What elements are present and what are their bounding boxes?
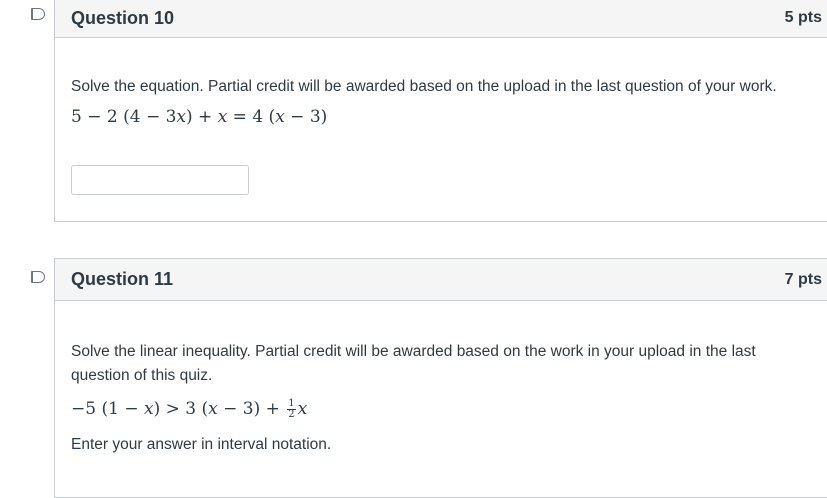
- fraction: 12: [287, 399, 296, 420]
- inequality-part: ) > 3 (: [153, 399, 209, 419]
- equation-part: ) +: [186, 107, 218, 127]
- question-10-card: Question 10 5 pts Solve the equation. Pa…: [54, 0, 827, 222]
- question-title: Question 10: [71, 7, 175, 28]
- question-11-header: Question 11 7 pts: [55, 259, 827, 301]
- inequality-var: x: [208, 399, 218, 419]
- inequality-var: x: [143, 399, 154, 419]
- question-prompt: Solve the equation. Partial credit will …: [71, 78, 777, 95]
- equation: 5 − 2 (4 − 3x) + x = 4 (x − 3): [71, 107, 327, 127]
- question-prompt-line-2: question of this quiz.: [71, 367, 213, 384]
- equation-var: x: [176, 107, 186, 127]
- answer-input[interactable]: [71, 165, 249, 195]
- question-points: 5 pts: [784, 9, 822, 26]
- equation-var: x: [217, 107, 228, 127]
- question-prompt-line-1: Solve the linear inequality. Partial cre…: [71, 343, 756, 360]
- question-title: Question 11: [71, 269, 174, 289]
- flag-question-10-icon[interactable]: [31, 8, 45, 20]
- question-points: 7 pts: [784, 270, 822, 288]
- equation-var: x: [275, 107, 285, 127]
- inequality-part: −5 (1 −: [71, 399, 144, 419]
- inequality-var: x: [297, 399, 308, 419]
- question-11-card: Question 11 7 pts Solve the linear inequ…: [54, 258, 827, 498]
- fraction-denominator: 2: [288, 409, 295, 420]
- equation-part: − 3): [284, 107, 328, 127]
- equation-part: 5 − 2 (4 − 3: [71, 107, 177, 127]
- question-instruction: Enter your answer in interval notation.: [71, 436, 332, 453]
- flag-question-11-icon[interactable]: [31, 271, 45, 283]
- inequality: −5 (1 − x) > 3 (x − 3) + 12x: [71, 399, 307, 420]
- question-10-header: Question 10 5 pts: [55, 0, 827, 38]
- equation-part: = 4 (: [227, 107, 276, 127]
- inequality-part: − 3) +: [217, 399, 286, 419]
